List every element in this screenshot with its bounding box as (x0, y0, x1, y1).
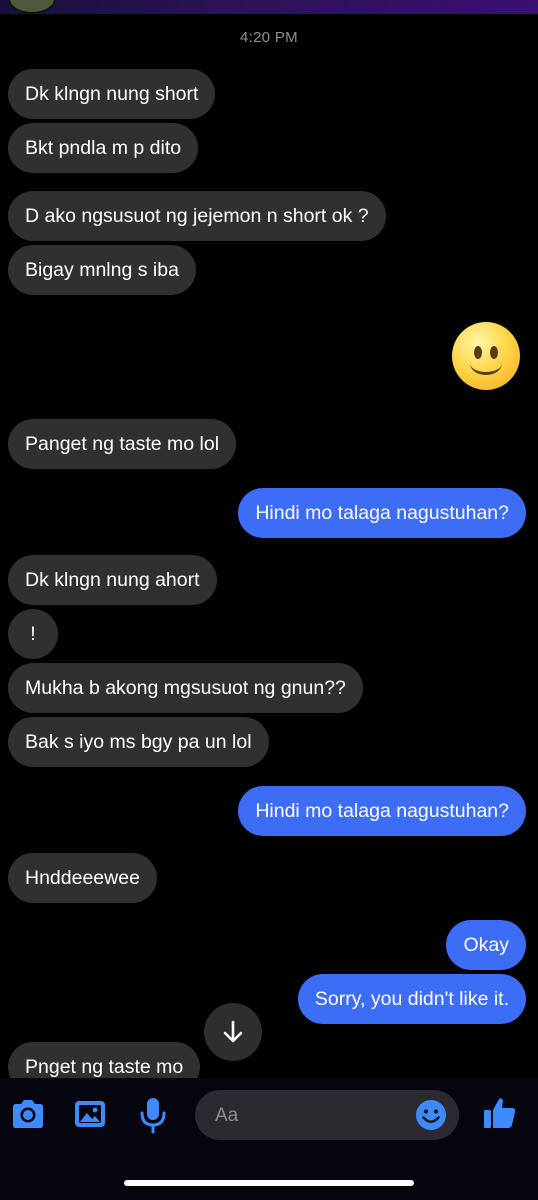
incoming-message[interactable]: Dk klngn nung short (8, 69, 216, 119)
voice-button[interactable] (135, 1096, 171, 1139)
like-button[interactable] (482, 1095, 518, 1136)
incoming-message[interactable]: Dk klngn nung ahort (8, 555, 217, 605)
incoming-message[interactable]: Bkt pndla m p dito (8, 123, 199, 173)
incoming-message[interactable]: Bak s iyo ms bgy pa un lol (8, 717, 269, 767)
contact-avatar[interactable] (8, 0, 56, 14)
message-timestamp: 4:20 PM (240, 29, 298, 46)
camera-icon (13, 1100, 43, 1128)
outgoing-message[interactable]: Okay (446, 920, 526, 970)
gallery-button[interactable] (72, 1096, 108, 1137)
smiling-emoji-message[interactable] (452, 322, 520, 390)
outgoing-message[interactable]: Sorry, you didn't like it. (297, 974, 526, 1024)
incoming-message[interactable]: Bigay mnlng s iba (8, 245, 196, 295)
outgoing-message[interactable]: Hindi mo talaga nagustuhan? (238, 488, 526, 538)
emoji-button[interactable] (415, 1099, 447, 1136)
arrow-down-icon (223, 1020, 243, 1043)
scroll-to-bottom-button[interactable] (204, 1003, 262, 1061)
outgoing-message[interactable]: Hindi mo talaga nagustuhan? (238, 786, 526, 836)
microphone-icon (140, 1098, 166, 1134)
camera-button[interactable] (10, 1096, 46, 1137)
emoji-mouth (470, 352, 502, 375)
message-input-container (195, 1090, 459, 1142)
emoji-icon (416, 1100, 446, 1130)
incoming-message[interactable]: ! (8, 609, 58, 659)
thumbs-up-icon (484, 1098, 516, 1128)
message-input[interactable] (213, 1090, 417, 1142)
incoming-message[interactable]: D ako ngsusuot ng jejemon n short ok ? (8, 191, 386, 241)
incoming-message[interactable]: Panget ng taste mo lol (8, 419, 237, 469)
incoming-message[interactable]: Hnddeeewee (8, 853, 157, 903)
gallery-icon (75, 1101, 105, 1127)
conversation-header-strip (0, 0, 538, 14)
incoming-message[interactable]: Mukha b akong mgsusuot ng gnun?? (8, 663, 363, 713)
home-indicator (124, 1180, 414, 1186)
